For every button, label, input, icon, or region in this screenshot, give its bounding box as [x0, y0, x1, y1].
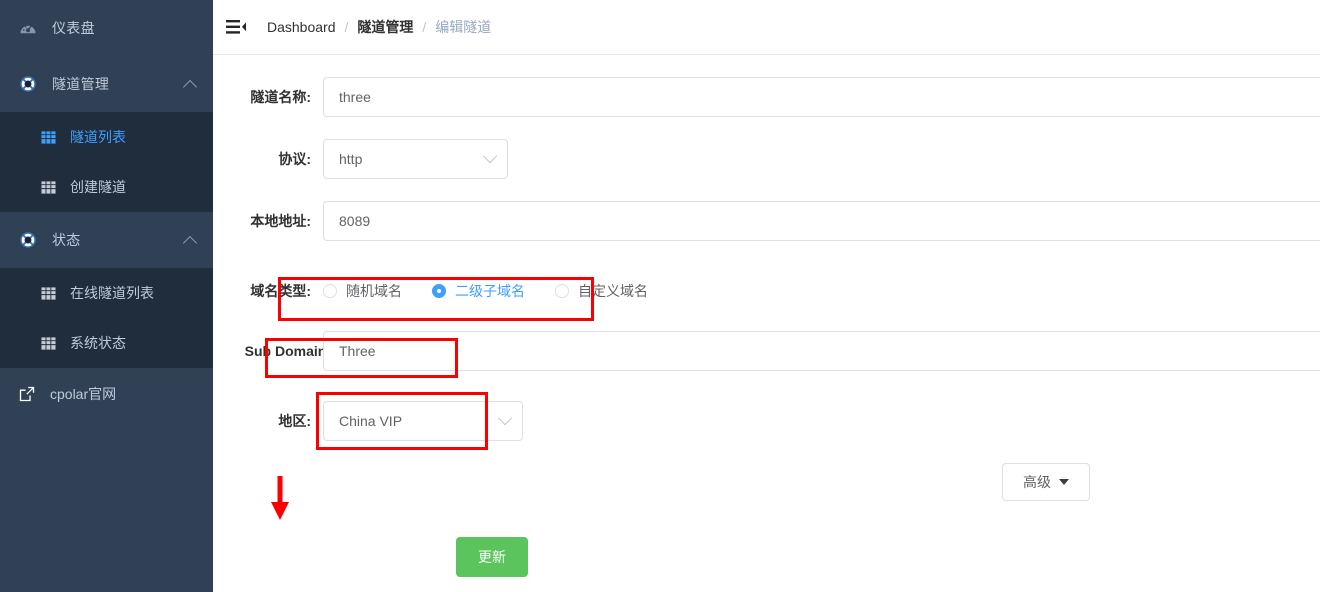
radio-dot-icon: [555, 284, 569, 298]
grid-table-icon: [40, 179, 56, 195]
sidebar-item-label: 隧道列表: [70, 129, 126, 145]
lifebuoy-icon: [18, 74, 38, 94]
protocol-value: http: [339, 151, 363, 167]
sidebar-item-label: 仪表盘: [52, 20, 95, 36]
navbar: Dashboard / 隧道管理 / 编辑隧道: [213, 0, 1320, 55]
chevron-down-icon: [482, 149, 498, 164]
lifebuoy-icon: [18, 230, 38, 250]
sidebar-item-system-status[interactable]: 系统状态: [0, 318, 213, 368]
grid-table-icon: [40, 335, 56, 351]
grid-table-icon: [40, 285, 56, 301]
radio-custom-domain[interactable]: 自定义域名: [555, 281, 648, 301]
sidebar-item-label: 系统状态: [70, 335, 126, 351]
edit-tunnel-form: 隧道名称: three 协议: http 本地地址: 8089 域名类型: 随机…: [213, 55, 1320, 577]
form-row-sub-domain: Sub Domain: Three: [213, 327, 1320, 375]
sidebar: 仪表盘 隧道管理 隧道列表 创建隧道 状态 在线隧道列表 系统状态 cpolar…: [0, 0, 213, 592]
sidebar-item-label: 在线隧道列表: [70, 285, 154, 301]
domain-type-radio-group: 随机域名 二级子域名 自定义域名: [323, 281, 678, 301]
breadcrumb-item-edit-tunnel: 编辑隧道: [435, 19, 492, 35]
submenu-status: 在线隧道列表 系统状态: [0, 268, 213, 368]
grid-table-icon: [40, 129, 56, 145]
local-address-input[interactable]: 8089: [323, 201, 1320, 241]
advanced-button[interactable]: 高级: [1002, 463, 1090, 501]
breadcrumb-separator: /: [422, 19, 427, 35]
sidebar-item-dashboard[interactable]: 仪表盘: [0, 0, 213, 56]
region-value: China VIP: [339, 413, 403, 429]
local-address-label: 本地地址:: [250, 213, 311, 229]
sidebar-item-tunnel-management[interactable]: 隧道管理: [0, 56, 213, 112]
radio-label: 随机域名: [346, 283, 402, 299]
protocol-label: 协议:: [278, 151, 311, 167]
sidebar-item-label: 状态: [52, 232, 81, 248]
breadcrumb-item-dashboard[interactable]: Dashboard: [267, 19, 336, 35]
protocol-select[interactable]: http: [323, 139, 508, 179]
form-row-local-address: 本地地址: 8089: [213, 197, 1320, 245]
radio-dot-icon: [432, 284, 446, 298]
chevron-up-icon: [182, 235, 198, 251]
sidebar-item-label: 创建隧道: [70, 179, 126, 195]
breadcrumb-separator: /: [344, 19, 349, 35]
tunnel-name-label: 隧道名称:: [250, 89, 311, 105]
form-row-region: 地区: China VIP: [213, 397, 1320, 445]
external-link-icon: [18, 385, 36, 403]
sidebar-item-tunnel-list[interactable]: 隧道列表: [0, 112, 213, 162]
tunnel-name-input[interactable]: three: [323, 77, 1320, 117]
chevron-up-icon: [182, 79, 198, 95]
form-row-domain-type: 域名类型: 随机域名 二级子域名 自定义域名: [213, 267, 1320, 315]
breadcrumb-item-tunnel-management[interactable]: 隧道管理: [357, 17, 413, 37]
advanced-row: 高级: [213, 463, 1320, 501]
sidebar-item-online-tunnel-list[interactable]: 在线隧道列表: [0, 268, 213, 318]
region-select[interactable]: China VIP: [323, 401, 523, 441]
submit-row: 更新: [213, 537, 1320, 577]
dashboard-gauge-icon: [18, 18, 38, 38]
triangle-down-icon: [1059, 479, 1069, 485]
sidebar-item-status[interactable]: 状态: [0, 212, 213, 268]
submenu-tunnel-management: 隧道列表 创建隧道: [0, 112, 213, 212]
update-button[interactable]: 更新: [456, 537, 528, 577]
sub-domain-input[interactable]: Three: [323, 331, 1320, 371]
chevron-down-icon: [497, 411, 513, 426]
sidebar-item-label: 隧道管理: [52, 76, 110, 92]
form-row-tunnel-name: 隧道名称: three: [213, 73, 1320, 121]
radio-random-domain[interactable]: 随机域名: [323, 281, 402, 301]
main-content: Dashboard / 隧道管理 / 编辑隧道 隧道名称: three 协议: …: [213, 0, 1320, 592]
radio-label: 二级子域名: [455, 283, 525, 299]
sidebar-item-create-tunnel[interactable]: 创建隧道: [0, 162, 213, 212]
app-root: 仪表盘 隧道管理 隧道列表 创建隧道 状态 在线隧道列表 系统状态 cpolar…: [0, 0, 1320, 592]
sidebar-item-cpolar-website[interactable]: cpolar官网: [0, 368, 213, 420]
radio-dot-icon: [323, 284, 337, 298]
hamburger-fold-icon[interactable]: [225, 17, 247, 37]
form-row-protocol: 协议: http: [213, 135, 1320, 183]
breadcrumb: Dashboard / 隧道管理 / 编辑隧道: [267, 17, 491, 37]
region-label: 地区:: [278, 413, 311, 429]
radio-sub-domain[interactable]: 二级子域名: [432, 281, 525, 301]
advanced-button-label: 高级: [1023, 474, 1051, 490]
radio-label: 自定义域名: [578, 283, 648, 299]
domain-type-label: 域名类型:: [250, 283, 311, 299]
sidebar-item-label: cpolar官网: [50, 386, 117, 402]
